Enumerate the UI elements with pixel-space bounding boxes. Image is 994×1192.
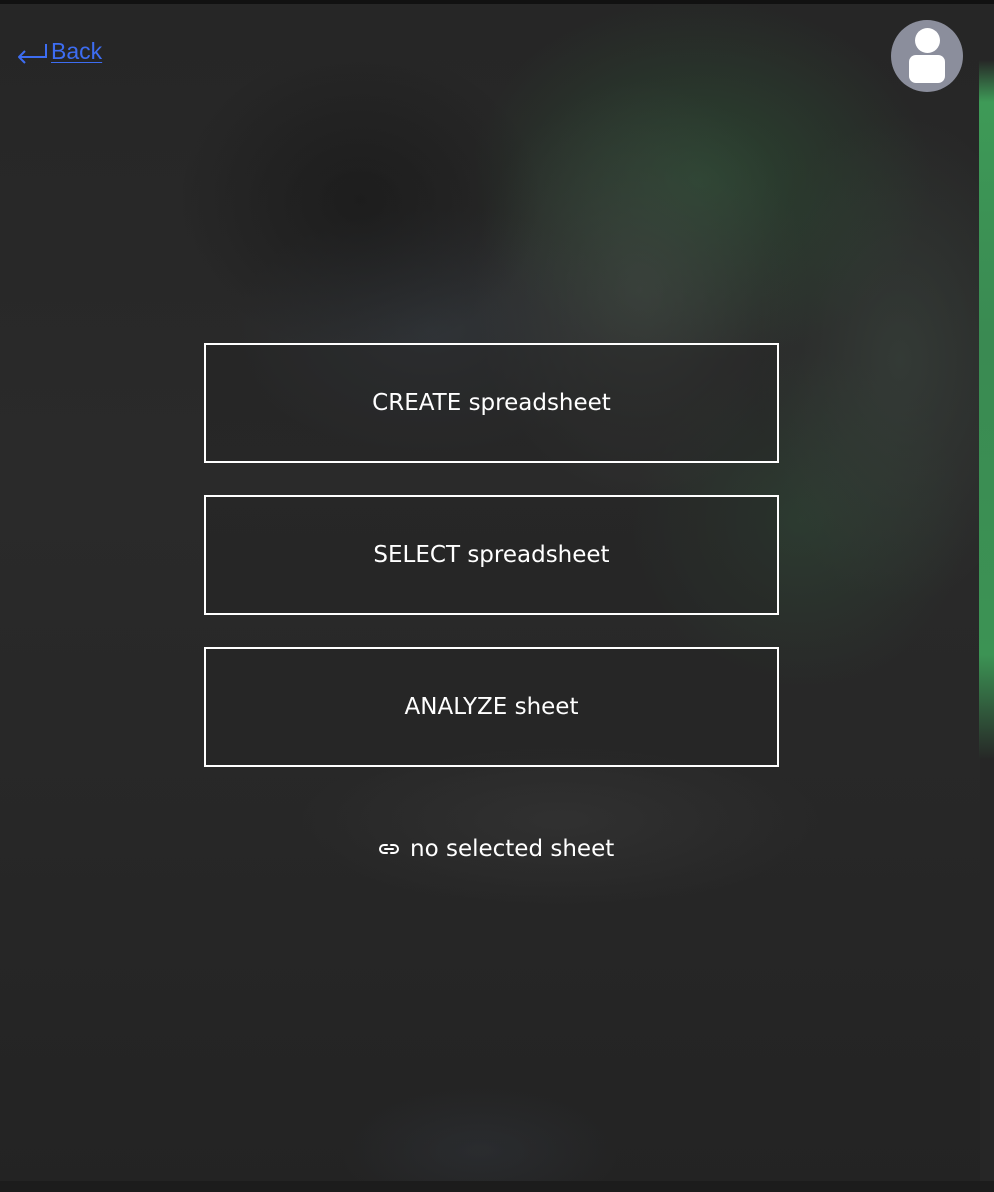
user-avatar-icon[interactable] — [891, 20, 963, 92]
avatar-head — [915, 28, 940, 53]
link-icon — [379, 844, 399, 854]
app-window: Back CREATE spreadsheet SELECT spreadshe… — [0, 0, 994, 1192]
analyze-sheet-button[interactable]: ANALYZE sheet — [204, 647, 779, 767]
green-accent-bar — [979, 60, 994, 760]
return-arrow-icon — [18, 44, 47, 64]
top-border — [0, 0, 994, 4]
select-spreadsheet-button[interactable]: SELECT spreadsheet — [204, 495, 779, 615]
status-text: no selected sheet — [410, 836, 615, 862]
back-link[interactable]: Back — [16, 36, 102, 66]
selected-sheet-status: no selected sheet — [377, 832, 614, 866]
create-spreadsheet-button[interactable]: CREATE spreadsheet — [204, 343, 779, 463]
back-label[interactable]: Back — [51, 36, 102, 66]
bottom-border — [0, 1181, 994, 1192]
avatar-body — [909, 55, 945, 83]
